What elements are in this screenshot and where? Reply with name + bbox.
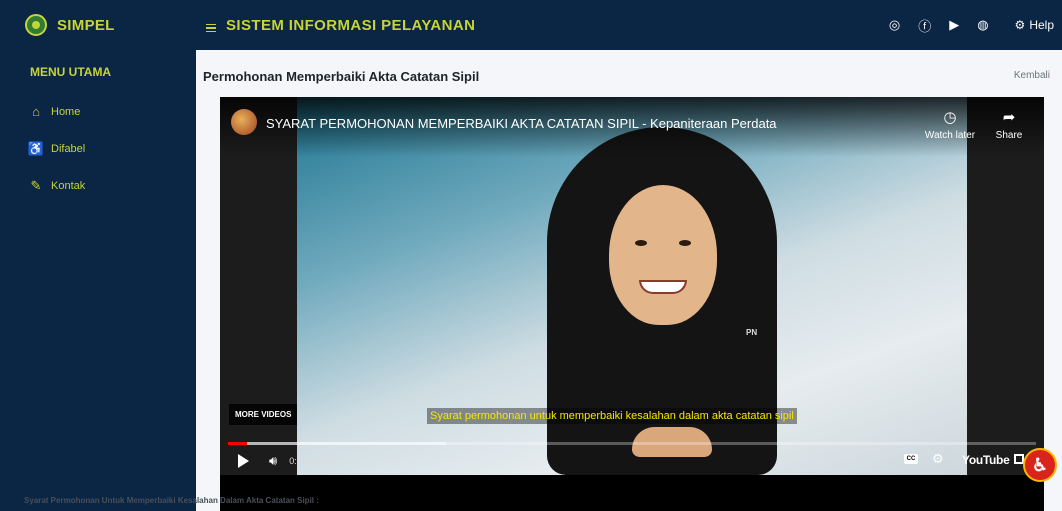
sidebar-item-kontak[interactable]: ✎ Kontak [0, 167, 196, 204]
watch-later-label: Watch later [924, 130, 976, 141]
clock-icon: ◷ [943, 109, 957, 126]
video-player[interactable]: SYARAT PERMOHONAN MEMPERBAIKI AKTA CATAT… [220, 97, 1044, 511]
video-watermark: PN [746, 328, 758, 337]
globe-icon[interactable]: ◍ [977, 17, 988, 33]
sidebar-item-label: Kontak [51, 179, 86, 192]
youtube-icon[interactable]: ▶ [949, 17, 959, 33]
app-title: SISTEM INFORMASI PELAYANAN [226, 16, 476, 34]
video-time: 0:03 / 2:17 [289, 456, 332, 466]
video-caption: Syarat permohonan untuk memperbaiki kesa… [427, 408, 797, 424]
share-label: Share [995, 130, 1023, 141]
main-content: Permohonan Memperbaiki Akta Catatan Sipi… [196, 50, 1062, 511]
hamburger-menu-icon[interactable] [206, 23, 220, 33]
court-logo-icon [25, 14, 47, 36]
instagram-icon[interactable]: ◎ [889, 17, 900, 33]
share-icon: ➦ [1002, 109, 1016, 126]
sidebar-header: MENU UTAMA [30, 65, 112, 79]
cc-icon[interactable]: CC [904, 454, 918, 464]
description-heading: Syarat Permohonan Untuk Memperbaiki Kesa… [24, 496, 319, 505]
video-controls: 🔊︎ 0:03 / 2:17 CC ⚙ YouTube [220, 447, 1044, 475]
page-root: SIMPEL SISTEM INFORMASI PELAYANAN ◎ ⓕ ▶ … [0, 0, 1062, 511]
facebook-icon[interactable]: ⓕ [918, 16, 931, 35]
accessibility-icon[interactable]: ♿︎ [1023, 448, 1057, 482]
sidebar: MENU UTAMA ⌂ Home ♿ Difabel ✎ Kontak [0, 50, 196, 511]
brand[interactable]: SIMPEL [0, 0, 196, 50]
video-progress-bar[interactable] [228, 442, 1036, 445]
play-icon[interactable] [238, 454, 249, 468]
help-button[interactable]: ⚙ Help [1015, 18, 1054, 32]
more-videos-button[interactable]: MORE VIDEOS [229, 404, 298, 425]
contact-icon: ✎ [30, 177, 42, 193]
volume-icon[interactable]: 🔊︎ [269, 453, 277, 469]
sidebar-item-difabel[interactable]: ♿ Difabel [0, 130, 196, 167]
help-label: Help [1029, 18, 1054, 32]
youtube-logo[interactable]: YouTube [962, 453, 1010, 467]
video-title[interactable]: SYARAT PERMOHONAN MEMPERBAIKI AKTA CATAT… [266, 116, 777, 131]
settings-gear-icon[interactable]: ⚙ [932, 451, 944, 467]
video-frame[interactable]: SYARAT PERMOHONAN MEMPERBAIKI AKTA CATAT… [220, 97, 1044, 475]
wheelchair-icon: ♿ [27, 140, 45, 156]
progress-buffer [228, 442, 447, 445]
home-icon: ⌂ [32, 104, 40, 119]
sidebar-item-label: Difabel [51, 142, 86, 155]
top-navbar: SIMPEL SISTEM INFORMASI PELAYANAN ◎ ⓕ ▶ … [0, 0, 1062, 50]
sidebar-item-home[interactable]: ⌂ Home [0, 93, 196, 130]
progress-played [228, 442, 247, 445]
nav-title: SISTEM INFORMASI PELAYANAN [206, 0, 475, 50]
brand-name: SIMPEL [57, 16, 115, 34]
gear-icon: ⚙ [1014, 18, 1026, 32]
back-link[interactable]: Kembali [1014, 70, 1050, 81]
page-title: Permohonan Memperbaiki Akta Catatan Sipi… [203, 69, 480, 84]
social-links: ◎ ⓕ ▶ ◍ ⚙ Help [889, 0, 1062, 50]
channel-avatar[interactable] [231, 109, 257, 135]
share-button[interactable]: ➦ Share [992, 108, 1026, 141]
watch-later-button[interactable]: ◷ Watch later [924, 108, 976, 141]
sidebar-item-label: Home [51, 105, 81, 118]
